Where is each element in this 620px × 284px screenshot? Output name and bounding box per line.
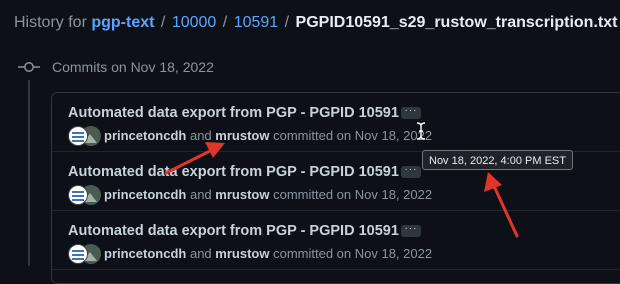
avatar-stack: [68, 185, 101, 205]
avatar-princetoncdh[interactable]: [68, 126, 88, 146]
breadcrumb-separator: /: [222, 14, 228, 31]
avatar-stack: [68, 126, 101, 146]
byline-conjunction: and: [189, 187, 212, 202]
byline-conjunction: and: [189, 246, 212, 261]
commit-date-text: committed on Nov 18, 2022: [273, 187, 433, 202]
author-link-princetoncdh[interactable]: princetoncdh: [104, 128, 186, 143]
commit-title-link[interactable]: Automated data export from PGP - PGPID 1…: [68, 222, 399, 240]
expand-message-button[interactable]: ···: [401, 224, 421, 237]
commit-row: Automated data export from PGP - PGPID 1…: [52, 93, 620, 152]
commit-date-text: committed on Nov 18, 2022: [273, 246, 433, 261]
date-tooltip: Nov 18, 2022, 4:00 PM EST: [422, 150, 573, 170]
timeline-line: [28, 80, 30, 266]
commit-row: Automated data export from PGP - PGPID 1…: [52, 211, 620, 270]
file-name: PGPID10591_s29_rustow_transcription.txt: [295, 14, 618, 31]
author-link-princetoncdh[interactable]: princetoncdh: [104, 246, 186, 261]
expand-message-button[interactable]: ···: [401, 165, 421, 178]
commit-title-link[interactable]: Automated data export from PGP - PGPID 1…: [68, 163, 399, 181]
breadcrumb-separator: /: [284, 14, 290, 31]
git-commit-icon: [18, 58, 40, 76]
commit-byline: princetoncdh and mrustow committed on No…: [104, 128, 432, 144]
repo-link[interactable]: pgp-text: [91, 14, 154, 31]
author-link-mrustow[interactable]: mrustow: [215, 187, 269, 202]
expand-message-button[interactable]: ···: [401, 106, 421, 119]
avatar-princetoncdh[interactable]: [68, 185, 88, 205]
breadcrumb-folder-10000[interactable]: 10000: [172, 14, 217, 31]
author-link-princetoncdh[interactable]: princetoncdh: [104, 187, 186, 202]
avatar-stack: [68, 244, 101, 264]
commit-date-text: committed on Nov 18, 2022: [273, 128, 433, 143]
author-link-mrustow[interactable]: mrustow: [215, 246, 269, 261]
byline-conjunction: and: [189, 128, 212, 143]
breadcrumb-separator: /: [160, 14, 166, 31]
commit-title-link[interactable]: Automated data export from PGP - PGPID 1…: [68, 104, 399, 122]
breadcrumb-folder-10591[interactable]: 10591: [234, 14, 279, 31]
text-cursor-icon: [416, 122, 426, 140]
history-header: History for pgp-text / 10000 / 10591 / P…: [14, 12, 617, 34]
author-link-mrustow[interactable]: mrustow: [215, 128, 269, 143]
commits-date-heading: Commits on Nov 18, 2022: [52, 59, 214, 75]
history-prefix: History for: [14, 14, 87, 31]
commit-byline: princetoncdh and mrustow committed on No…: [104, 187, 432, 203]
commit-byline: princetoncdh and mrustow committed on No…: [104, 246, 432, 262]
commit-list: Automated data export from PGP - PGPID 1…: [51, 92, 620, 284]
avatar-princetoncdh[interactable]: [68, 244, 88, 264]
